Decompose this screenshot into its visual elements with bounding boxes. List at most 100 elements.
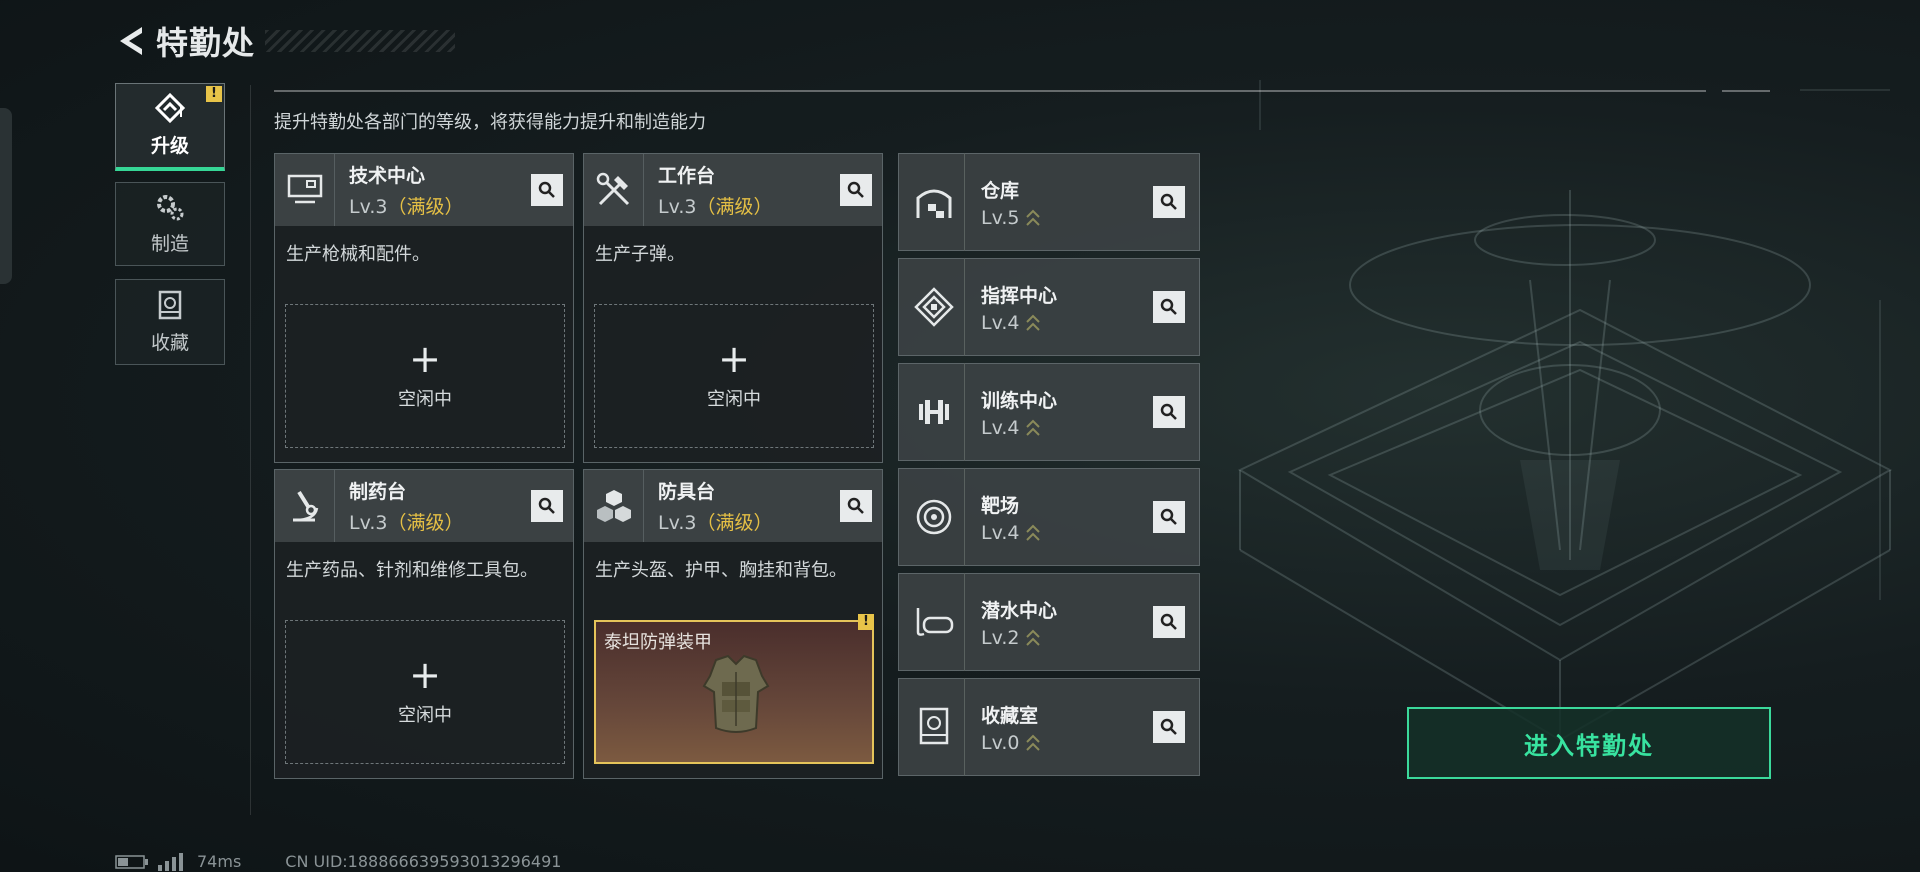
facility-name: 指挥中心 bbox=[981, 284, 1058, 307]
slot-status: 空闲中 bbox=[707, 389, 761, 410]
inspect-button[interactable] bbox=[1153, 501, 1185, 533]
tools-icon bbox=[584, 154, 644, 226]
warehouse-icon bbox=[903, 153, 965, 251]
nav-tab-craft[interactable]: 制造 bbox=[115, 182, 225, 266]
target-icon bbox=[903, 468, 965, 566]
facility-level: Lv.0 bbox=[981, 732, 1041, 754]
gears-icon bbox=[157, 194, 184, 220]
dumbbell-icon bbox=[903, 363, 965, 461]
microscope-icon bbox=[275, 470, 335, 542]
dept-level: Lv.3（满级） bbox=[658, 196, 773, 218]
production-slot[interactable]: + 空闲中 bbox=[285, 304, 565, 448]
nav-tab-upgrade[interactable]: 升级 ! bbox=[115, 83, 225, 171]
dept-card-workbench[interactable]: 工作台 Lv.3（满级） 生产子弹。 + 空闲中 bbox=[583, 153, 883, 463]
dept-name: 技术中心 bbox=[349, 165, 426, 187]
inspect-button[interactable] bbox=[531, 490, 563, 522]
slot-status: 空闲中 bbox=[398, 705, 452, 726]
divider bbox=[274, 90, 1706, 92]
inspect-button[interactable] bbox=[1153, 606, 1185, 638]
dept-card-armor-bench[interactable]: 防具台 Lv.3（满级） 生产头盔、护甲、胸挂和背包。 泰坦防弹装甲 ! bbox=[583, 469, 883, 779]
dept-header: 工作台 Lv.3（满级） bbox=[584, 154, 882, 226]
search-icon bbox=[1160, 718, 1177, 735]
nav-tab-collection[interactable]: 收藏 bbox=[115, 279, 225, 365]
facility-item-warehouse[interactable]: 仓库 Lv.5 bbox=[898, 153, 1200, 251]
search-icon bbox=[1160, 613, 1177, 630]
upgrade-chevron-icon bbox=[1026, 629, 1041, 646]
signal-icon bbox=[158, 852, 183, 871]
search-icon bbox=[847, 181, 864, 198]
facility-name: 靶场 bbox=[981, 494, 1020, 517]
item-name: 泰坦防弹装甲 bbox=[604, 632, 712, 653]
facility-level: Lv.4 bbox=[981, 522, 1041, 544]
nav-label: 收藏 bbox=[150, 331, 189, 354]
slot-status: 空闲中 bbox=[398, 389, 452, 410]
facility-name: 仓库 bbox=[981, 179, 1020, 202]
title-decoration bbox=[265, 30, 456, 52]
crafted-item-slot[interactable]: 泰坦防弹装甲 ! bbox=[594, 614, 874, 764]
upgrade-chevron-icon bbox=[1026, 734, 1041, 751]
upgrade-chevron-icon bbox=[1026, 209, 1041, 226]
facility-level: Lv.2 bbox=[981, 627, 1057, 649]
dept-header: 防具台 Lv.3（满级） bbox=[584, 470, 882, 542]
dept-card-tech-center[interactable]: 技术中心 Lv.3（满级） 生产枪械和配件。 + 空闲中 bbox=[274, 153, 574, 463]
dept-level: Lv.3（满级） bbox=[349, 196, 464, 218]
page-title: 特勤处 bbox=[156, 24, 256, 62]
search-icon bbox=[1160, 298, 1177, 315]
inspect-button[interactable] bbox=[840, 490, 872, 522]
search-icon bbox=[1160, 193, 1177, 210]
production-slot[interactable]: + 空闲中 bbox=[285, 620, 565, 764]
upgrade-chevron-icon bbox=[1026, 419, 1041, 436]
back-arrow-icon bbox=[120, 27, 142, 55]
search-icon bbox=[847, 497, 864, 514]
search-icon bbox=[538, 181, 555, 198]
inspect-button[interactable] bbox=[531, 174, 563, 206]
facility-level: Lv.4 bbox=[981, 312, 1057, 334]
dept-name: 制药台 bbox=[349, 481, 407, 503]
divider bbox=[1722, 90, 1770, 92]
inspect-button[interactable] bbox=[1153, 711, 1185, 743]
facility-level: Lv.4 bbox=[981, 417, 1057, 439]
search-icon bbox=[538, 497, 555, 514]
upgrade-icon bbox=[154, 93, 186, 124]
user-uid: CN UID:1888666395930132964‍91 bbox=[285, 852, 562, 871]
dept-level: Lv.3（满级） bbox=[349, 512, 464, 534]
facility-item-shooting-range[interactable]: 靶场 Lv.4 bbox=[898, 468, 1200, 566]
add-icon: + bbox=[718, 337, 750, 381]
search-icon bbox=[1160, 508, 1177, 525]
dept-description: 生产药品、针剂和维修工具包。 bbox=[286, 560, 538, 581]
inspect-button[interactable] bbox=[1153, 396, 1185, 428]
inspect-button[interactable] bbox=[1153, 186, 1185, 218]
command-center-icon bbox=[903, 258, 965, 356]
back-button[interactable] bbox=[112, 21, 148, 61]
production-slot[interactable]: + 空闲中 bbox=[594, 304, 874, 448]
armor-cubes-icon bbox=[584, 470, 644, 542]
page-subtitle: 提升特勤处各部门的等级，将获得能力提升和制造能力 bbox=[274, 112, 706, 133]
enter-button-label: 进入特勤处 bbox=[1524, 731, 1654, 760]
dept-level: Lv.3（满级） bbox=[658, 512, 773, 534]
dept-card-pharmacy[interactable]: 制药台 Lv.3（满级） 生产药品、针剂和维修工具包。 + 空闲中 bbox=[274, 469, 574, 779]
collection-room-icon bbox=[903, 678, 965, 776]
add-icon: + bbox=[409, 653, 441, 697]
enter-special-ops-button[interactable]: 进入特勤处 bbox=[1407, 707, 1771, 779]
inspect-button[interactable] bbox=[1153, 291, 1185, 323]
dept-header: 制药台 Lv.3（满级） bbox=[275, 470, 573, 542]
battery-icon bbox=[115, 854, 148, 869]
page-header: 特勤处 bbox=[112, 18, 456, 64]
upgrade-chevron-icon bbox=[1026, 314, 1041, 331]
dept-description: 生产子弹。 bbox=[595, 244, 685, 265]
alert-badge: ! bbox=[858, 614, 874, 630]
facility-item-diving-center[interactable]: 潜水中心 Lv.2 bbox=[898, 573, 1200, 671]
facility-item-command-center[interactable]: 指挥中心 Lv.4 bbox=[898, 258, 1200, 356]
facility-item-training-center[interactable]: 训练中心 Lv.4 bbox=[898, 363, 1200, 461]
inspect-button[interactable] bbox=[840, 174, 872, 206]
facility-name: 潜水中心 bbox=[981, 599, 1058, 622]
dept-description: 生产枪械和配件。 bbox=[286, 244, 430, 265]
dept-name: 防具台 bbox=[658, 481, 716, 503]
facility-item-collection-room[interactable]: 收藏室 Lv.0 bbox=[898, 678, 1200, 776]
dept-header: 技术中心 Lv.3（满级） bbox=[275, 154, 573, 226]
facility-name: 训练中心 bbox=[981, 389, 1058, 412]
dept-name: 工作台 bbox=[658, 165, 716, 187]
collection-icon bbox=[158, 290, 182, 319]
edge-handle bbox=[0, 108, 12, 284]
alert-badge: ! bbox=[206, 86, 222, 102]
